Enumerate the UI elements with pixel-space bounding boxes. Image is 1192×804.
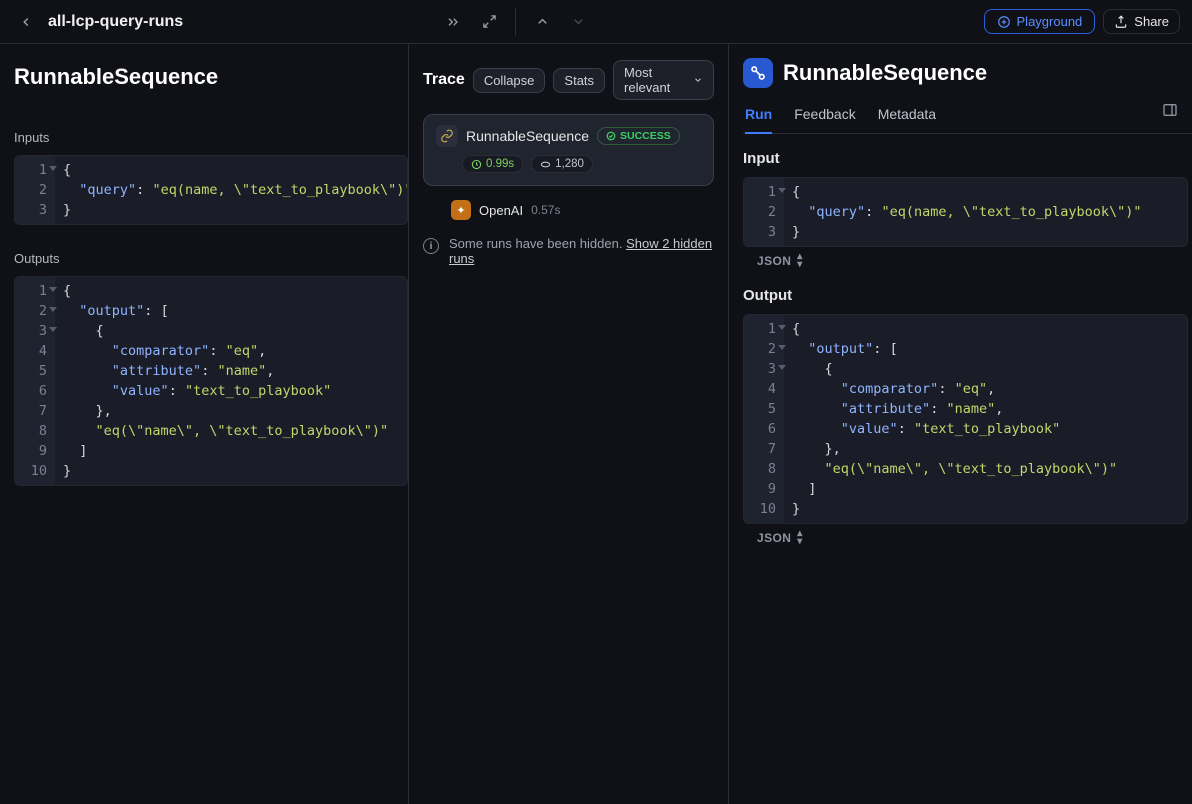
tab-metadata[interactable]: Metadata <box>878 100 936 133</box>
sequence-icon <box>743 58 773 88</box>
playground-button[interactable]: Playground <box>984 9 1096 34</box>
chevrons-right-icon <box>445 14 461 30</box>
trace-title: Trace <box>423 71 465 89</box>
trace-node[interactable]: RunnableSequence SUCCESS 0.99s 1,280 <box>423 114 714 186</box>
sidebar-icon <box>1162 102 1178 118</box>
tabs: Run Feedback Metadata <box>743 100 1192 134</box>
tokens-pill: 1,280 <box>531 155 593 173</box>
expand-button[interactable] <box>475 8 503 36</box>
sort-icon: ▴▾ <box>797 253 802 269</box>
expand-icon <box>482 14 497 29</box>
share-button[interactable]: Share <box>1103 9 1180 34</box>
chevron-down-icon <box>693 74 703 86</box>
chain-icon <box>436 125 458 147</box>
tab-feedback[interactable]: Feedback <box>794 100 855 133</box>
inputs-label: Inputs <box>14 130 408 145</box>
layout-toggle-button[interactable] <box>1162 102 1178 118</box>
trace-child-time: 0.57s <box>531 203 560 217</box>
openai-icon: ✦ <box>451 200 471 220</box>
main: RunnableSequence Inputs 123{ "query": "e… <box>0 44 1192 804</box>
outputs-code[interactable]: 12345678910{ "output": [ { "comparator":… <box>14 276 408 486</box>
tab-run[interactable]: Run <box>745 100 772 134</box>
divider <box>515 8 516 36</box>
topbar: all-lcp-query-runs Playground Share <box>0 0 1192 44</box>
hidden-runs-note: i Some runs have been hidden. Show 2 hid… <box>423 236 714 266</box>
check-circle-icon <box>606 131 616 141</box>
output-code[interactable]: 12345678910{ "output": [ { "comparator":… <box>743 314 1188 524</box>
trace-child-title: OpenAI <box>479 203 523 218</box>
outputs-label: Outputs <box>14 251 408 266</box>
chevron-left-icon <box>19 15 33 29</box>
right-panel: RunnableSequence Run Feedback Metadata I… <box>729 44 1192 804</box>
stats-button[interactable]: Stats <box>553 68 605 93</box>
chevron-up-icon <box>535 14 550 29</box>
prev-run-button[interactable] <box>528 8 556 36</box>
info-icon: i <box>423 238 439 254</box>
right-title: RunnableSequence <box>783 60 987 86</box>
trace-node-title: RunnableSequence <box>466 128 589 144</box>
playground-label: Playground <box>1017 14 1083 29</box>
back-button[interactable] <box>12 8 40 36</box>
collapse-panels-button[interactable] <box>439 8 467 36</box>
breadcrumb[interactable]: all-lcp-query-runs <box>48 13 183 31</box>
output-label: Output <box>743 287 1188 304</box>
chevron-down-icon <box>571 14 586 29</box>
sort-dropdown[interactable]: Most relevant <box>613 60 714 100</box>
share-label: Share <box>1134 14 1169 29</box>
plus-circle-icon <box>997 15 1011 29</box>
output-format-select[interactable]: JSON ▴▾ <box>757 530 1188 546</box>
left-panel: RunnableSequence Inputs 123{ "query": "e… <box>0 44 409 804</box>
input-code[interactable]: 123{ "query": "eq(name, \"text_to_playbo… <box>743 177 1188 247</box>
token-icon <box>540 159 551 170</box>
status-badge: SUCCESS <box>597 127 680 145</box>
sort-icon: ▴▾ <box>797 530 802 546</box>
duration-pill: 0.99s <box>462 155 523 173</box>
inputs-code[interactable]: 123{ "query": "eq(name, \"text_to_playbo… <box>14 155 408 225</box>
input-label: Input <box>743 150 1188 167</box>
trace-child[interactable]: ✦ OpenAI 0.57s <box>451 200 714 220</box>
input-format-select[interactable]: JSON ▴▾ <box>757 253 1188 269</box>
clock-icon <box>471 159 482 170</box>
upload-icon <box>1114 15 1128 29</box>
trace-panel: Trace Collapse Stats Most relevant Runna… <box>409 44 729 804</box>
next-run-button[interactable] <box>564 8 592 36</box>
page-title: RunnableSequence <box>14 64 408 90</box>
collapse-button[interactable]: Collapse <box>473 68 546 93</box>
